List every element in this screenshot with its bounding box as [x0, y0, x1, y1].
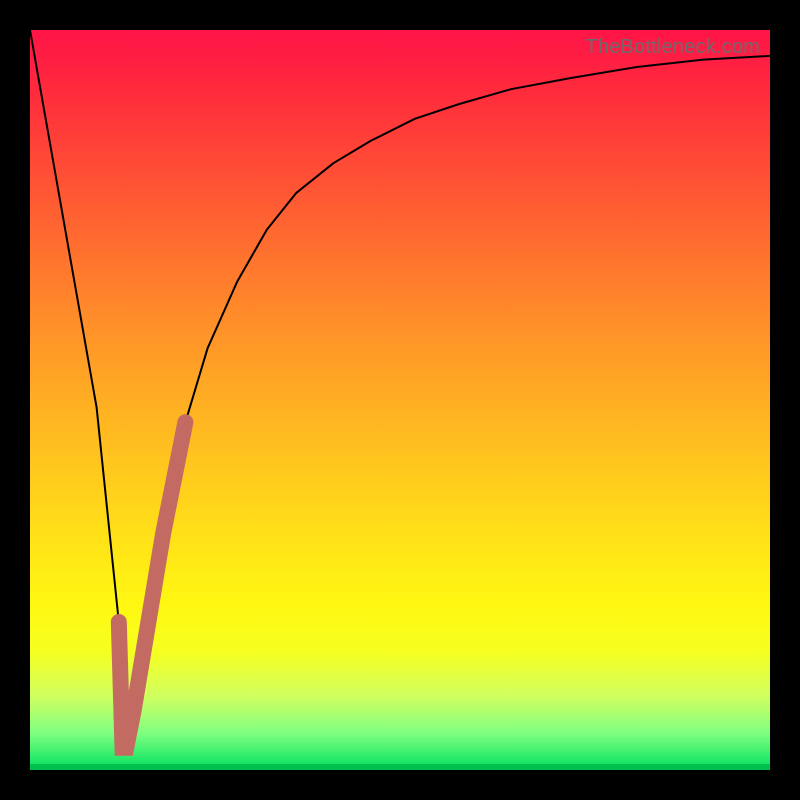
highlight-segment — [119, 422, 186, 748]
curve-layer — [30, 30, 770, 770]
chart-frame: TheBottleneck.com — [0, 0, 800, 800]
plot-area: TheBottleneck.com — [30, 30, 770, 770]
